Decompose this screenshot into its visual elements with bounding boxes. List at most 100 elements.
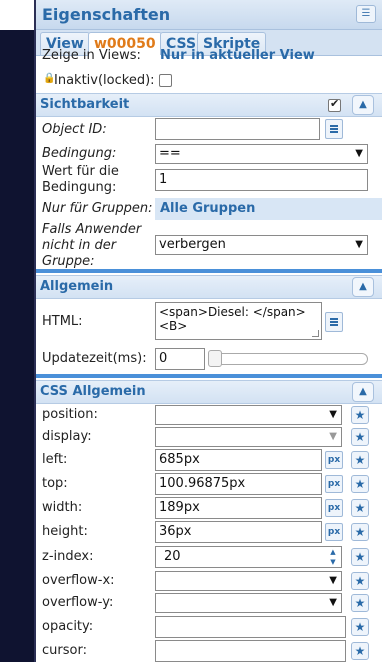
css-allgemein-title: CSS Allgemein [40,384,146,399]
row-object-id: Object ID: [36,117,382,143]
zeige-value[interactable]: Nur in aktueller View [160,48,315,63]
css-row-overflow-y: overflow-y: ▼ ★ [36,592,382,614]
css-row-top: top: 100.96875px px ★ [36,472,382,496]
css-row-width: width: 189px px ★ [36,496,382,520]
star-icon[interactable]: ★ [351,642,369,660]
chevron-down-icon: ▼ [329,575,337,586]
updatezeit-label: Updatezeit(ms): [42,351,147,366]
row-updatezeit: Updatezeit(ms): 0 [36,346,382,370]
css-label-position: position: [42,407,98,422]
css-label-opacity: opacity: [42,619,94,634]
css-label-top: top: [42,476,68,491]
cursor-input[interactable] [155,640,346,662]
object-id-picker-icon[interactable] [325,119,343,139]
row-falls-anwender: Falls Anwender nicht in der Gruppe: verb… [36,221,382,269]
falls-label: Falls Anwender nicht in der Gruppe: [42,222,142,269]
section-divider [36,269,382,273]
css-label-cursor: cursor: [42,643,87,658]
falls-select[interactable]: verbergen ▼ [155,235,368,255]
section-sichtbarkeit: Sichtbarkeit ▲ [36,93,382,117]
object-id-input[interactable] [155,118,320,140]
star-icon[interactable]: ★ [351,548,369,566]
px-unit-button[interactable]: px [325,475,343,493]
html-textarea[interactable]: <span>Diesel: </span><B> [155,302,322,340]
position-select[interactable]: ▼ [155,405,342,425]
allgemein-title: Allgemein [40,279,114,294]
overflow-y-select[interactable]: ▼ [155,593,342,613]
star-icon[interactable]: ★ [351,618,369,636]
star-icon[interactable]: ★ [351,499,369,517]
zeige-label: Zeige in Views: [42,48,141,63]
panel-titlebar: Eigenschaften ☰ [36,0,382,30]
css-row-z-index: z-index: 20 ▲ ▼ ★ [36,544,382,570]
chevron-down-icon: ▼ [355,148,363,159]
row-bedingung: Bedingung: == ▼ [36,143,382,165]
section-divider [36,374,382,378]
z-index-input[interactable]: 20 ▲ ▼ [155,546,342,568]
html-editor-icon[interactable] [325,312,343,332]
menu-icon[interactable]: ☰ [356,5,376,23]
wert-label: Wert für die Bedingung: [42,164,119,195]
row-gruppen: Nur für Gruppen: Alle Gruppen [36,198,382,220]
star-icon[interactable]: ★ [351,594,369,612]
row-inaktiv: 🔒 Inaktiv(locked): [36,70,382,92]
px-unit-button[interactable]: px [325,451,343,469]
resize-handle-icon[interactable] [312,330,319,337]
css-label-display: display: [42,429,92,444]
opacity-input[interactable] [155,616,346,638]
css-label-overflow-x: overflow-x: [42,573,115,588]
row-zeige-in-views: Zeige in Views: Nur in aktueller View [36,48,382,63]
css-row-left: left: 685px px ★ [36,448,382,472]
gruppen-value[interactable]: Alle Gruppen [155,198,382,220]
sichtbarkeit-title: Sichtbarkeit [40,97,130,112]
px-unit-button[interactable]: px [325,499,343,517]
html-value: <span>Diesel: </span><B> [159,305,306,333]
star-icon[interactable]: ★ [351,428,369,446]
chevron-down-icon: ▼ [329,431,337,442]
z-index-value: 20 [164,549,181,564]
section-allgemein: Allgemein ▲ [36,275,382,299]
bedingung-value: == [159,146,181,161]
chevron-down-icon: ▼ [329,597,337,608]
star-icon[interactable]: ★ [351,475,369,493]
display-select[interactable]: ▼ [155,427,342,447]
px-unit-button[interactable]: px [325,523,343,541]
properties-content: Zeige in Views: Nur in aktueller View 🔒 … [36,48,382,662]
star-icon[interactable]: ★ [351,523,369,541]
allgemein-collapse-icon[interactable]: ▲ [352,277,374,297]
panel-title: Eigenschaften [42,5,171,24]
css-label-overflow-y: overflow-y: [42,595,114,610]
inaktiv-checkbox[interactable] [159,74,172,87]
css-label-left: left: [42,452,68,467]
star-icon[interactable]: ★ [351,451,369,469]
wert-input[interactable]: 1 [155,169,368,191]
css-label-width: width: [42,500,83,515]
left-strip-top [0,0,36,30]
gruppen-label: Nur für Gruppen: [42,201,153,216]
width-input[interactable]: 189px [155,497,322,519]
bedingung-select[interactable]: == ▼ [155,144,368,164]
height-input[interactable]: 36px [155,521,322,543]
star-icon[interactable]: ★ [351,572,369,590]
row-wert: Wert für die Bedingung: 1 [36,163,382,199]
left-input[interactable]: 685px [155,449,322,471]
updatezeit-slider-handle[interactable] [208,350,222,367]
overflow-x-select[interactable]: ▼ [155,571,342,591]
falls-value: verbergen [159,237,226,252]
css-row-height: height: 36px px ★ [36,520,382,544]
css-row-opacity: opacity: ★ [36,614,382,638]
chevron-down-icon: ▼ [355,239,363,250]
object-id-label: Object ID: [42,122,107,137]
sichtbarkeit-checkbox[interactable] [328,97,341,112]
star-icon[interactable]: ★ [351,406,369,424]
css-label-z-index: z-index: [42,549,94,564]
top-input[interactable]: 100.96875px [155,473,322,495]
updatezeit-slider[interactable] [208,353,368,365]
spinner-arrows-icon[interactable]: ▲ ▼ [327,547,339,567]
inaktiv-label: Inaktiv(locked): [54,73,155,88]
sichtbarkeit-collapse-icon[interactable]: ▲ [352,95,374,115]
updatezeit-input[interactable]: 0 [155,348,205,370]
section-css-allgemein: CSS Allgemein ▲ [36,380,382,404]
css-allgemein-collapse-icon[interactable]: ▲ [352,382,374,402]
row-html: HTML: <span>Diesel: </span><B> [36,300,382,344]
